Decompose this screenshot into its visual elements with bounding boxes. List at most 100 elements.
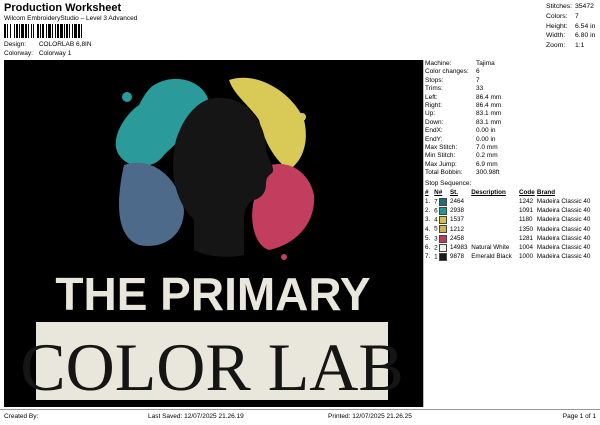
needle-number: 1 <box>434 253 438 261</box>
column-header: # <box>425 189 429 197</box>
machine-label: Right: <box>425 102 442 110</box>
thread-brand: Madeira Classic 40 <box>536 234 591 242</box>
machine-row: Machine: Tajima <box>425 60 597 68</box>
machine-value: 83.1 mm <box>476 110 502 118</box>
colorway-label: Colorway: <box>4 50 33 57</box>
thread-code: 1000 <box>518 253 533 261</box>
footer: Created By: Last Saved: 12/07/2025 21.26… <box>0 409 600 425</box>
needle-number: 6 <box>434 207 438 215</box>
stop-sequence-title: Stop Sequence: <box>425 179 472 187</box>
needle-cell: 2 <box>434 243 450 253</box>
machine-row: Trims: 33 <box>425 85 597 93</box>
stat-row: Height: 6.54 in <box>546 22 598 32</box>
colorway-value: Colorway 1 <box>38 50 72 57</box>
stat-value: 35472 <box>575 3 594 10</box>
color-swatch <box>439 216 448 225</box>
stitch-count: 1537 <box>449 216 464 224</box>
stat-label: Zoom: <box>546 42 566 50</box>
machine-row: Right: 86.4 mm <box>425 102 597 110</box>
stitch-count: 9878 <box>449 253 464 261</box>
machine-label: Up: <box>425 110 436 118</box>
embroidery-artwork: THE PRIMARY COLOR LAB <box>20 77 404 405</box>
machine-row: Total Bobbin: 300.98ft <box>425 169 597 177</box>
machine-label: Down: <box>425 118 444 126</box>
seq-index: 4. <box>425 225 431 233</box>
needle-number: 3 <box>434 235 438 243</box>
machine-label: EndX: <box>425 127 443 135</box>
machine-label: Color changes: <box>425 68 469 76</box>
design-preview: THE PRIMARY COLOR LAB <box>4 60 423 407</box>
thread-description <box>471 198 519 207</box>
stat-value: 6.80 in <box>575 32 596 40</box>
table-row: 7. 1 9878 Emerald Black 1000 Madeira Classic… <box>425 253 597 262</box>
color-swatch <box>439 225 448 234</box>
thread-brand: Madeira Classic 40 <box>536 216 591 224</box>
table-row: 4. 5 1212 1350 Madeira Classic 40 <box>425 225 597 234</box>
thread-brand: Madeira Classic 40 <box>536 197 591 205</box>
thread-code: 1242 <box>518 197 533 205</box>
stat-value: 1:1 <box>575 42 585 50</box>
table-row: 2. 6 2938 1091 Madeira Classic 40 <box>425 206 597 216</box>
design-row: Design: COLORLAB 6,8IN <box>4 41 92 48</box>
machine-row: EndX: 0.00 in <box>425 127 597 135</box>
page-title: Production Worksheet <box>4 2 122 14</box>
seq-index: 1. <box>425 197 431 205</box>
last-saved: Last Saved: 12/07/2025 21.26.19 <box>148 413 244 420</box>
thread-code: 1350 <box>518 225 533 233</box>
machine-label: Max Stitch: <box>425 144 458 152</box>
seq-index: 6. <box>425 244 431 252</box>
yellow-drop <box>298 113 306 121</box>
thread-description: Natural White <box>471 244 510 252</box>
thread-brand: Madeira Classic 40 <box>536 207 591 215</box>
machine-row: Min Stitch: 0.2 mm <box>425 152 597 160</box>
machine-row: Down: 83.1 mm <box>425 119 597 127</box>
color-swatch <box>439 234 448 243</box>
table-row: 5. 3 2458 1281 Madeira Classic 40 <box>425 234 597 244</box>
machine-value: 33 <box>476 85 484 93</box>
stat-label: Colors: <box>546 12 568 20</box>
needle-cell: 4 <box>434 216 450 225</box>
machine-label: EndY: <box>425 135 443 143</box>
stat-value: 7 <box>575 12 579 20</box>
needle-cell: 6 <box>434 206 450 216</box>
needle-number: 2 <box>434 244 438 252</box>
needle-number: 7 <box>434 198 438 206</box>
machine-row: EndY: 0.00 in <box>425 136 597 144</box>
machine-row: Max Jump: 6.9 mm <box>425 161 597 169</box>
barcode-bar <box>82 24 83 38</box>
machine-label: Max Jump: <box>425 160 457 168</box>
machine-row: Left: 86.4 mm <box>425 94 597 102</box>
machine-value: 0.2 mm <box>476 152 498 160</box>
thread-brand: Madeira Classic 40 <box>536 244 591 252</box>
design-value: COLORLAB 6,8IN <box>38 41 92 48</box>
table-row: 6. 2 14983 Natural White 1004 Madeira Classi… <box>425 243 597 253</box>
column-header: Brand <box>536 189 556 197</box>
needle-cell: 5 <box>434 225 450 234</box>
thread-brand: Madeira Classic 40 <box>536 253 591 261</box>
thread-description <box>471 216 519 225</box>
machine-row: Stops: 7 <box>425 77 597 85</box>
needle-cell: 1 <box>434 253 450 262</box>
machine-label: Trims: <box>425 85 443 93</box>
stat-label: Width: <box>546 32 566 40</box>
design-label: Design: <box>4 41 27 48</box>
color-swatch <box>439 206 448 215</box>
page-number: Page 1 of 1 <box>562 413 596 420</box>
thread-description <box>471 207 519 216</box>
stat-row: Colors: 7 <box>546 12 598 22</box>
thread-description <box>471 225 519 234</box>
stitch-count: 2458 <box>449 234 464 242</box>
stitch-count: 1212 <box>449 225 464 233</box>
machine-value: 86.4 mm <box>476 102 502 110</box>
machine-value: 6.9 mm <box>476 160 498 168</box>
seq-index: 5. <box>425 234 431 242</box>
machine-label: Machine: <box>425 60 452 67</box>
needle-number: 4 <box>434 216 438 224</box>
needle-cell: 7 <box>434 197 450 207</box>
software-name: Wilcom EmbroideryStudio – Level 3 Advanc… <box>4 15 138 22</box>
machine-row: Max Stitch: 7.0 mm <box>425 144 597 152</box>
machine-info: Machine: Tajima Color changes: 6 Stops: 7 Trim… <box>425 60 597 262</box>
design-text-line1: THE PRIMARY <box>55 268 370 320</box>
seq-index: 7. <box>425 253 431 261</box>
machine-label: Total Bobbin: <box>425 169 463 177</box>
